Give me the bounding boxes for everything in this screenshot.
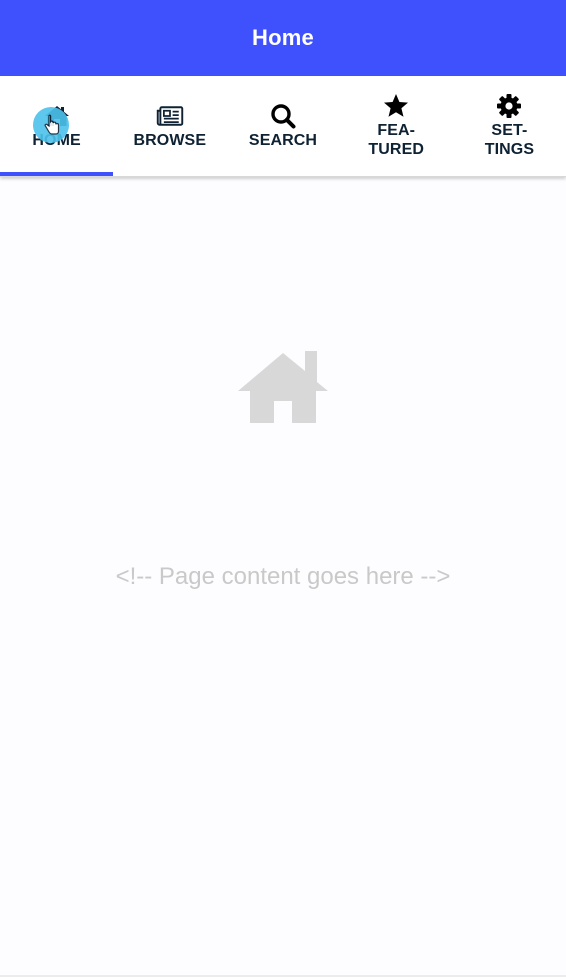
gear-icon	[495, 93, 523, 119]
tab-bar: HOME BROWSE SEARCH	[0, 76, 566, 177]
search-icon	[269, 103, 297, 129]
tab-browse[interactable]: BROWSE	[113, 76, 226, 176]
tab-settings-label: SET- TINGS	[484, 122, 535, 158]
tab-search-label: SEARCH	[248, 131, 318, 149]
star-icon	[382, 93, 410, 119]
tab-featured-label: FEA- TURED	[368, 122, 425, 158]
content-placeholder: <!-- Page content goes here -->	[115, 563, 451, 590]
tab-search[interactable]: SEARCH	[226, 76, 339, 176]
page-content: <!-- Page content goes here -->	[0, 177, 566, 975]
tab-featured[interactable]: FEA- TURED	[340, 76, 453, 176]
tab-browse-label: BROWSE	[133, 131, 207, 149]
action-bar: Home	[0, 0, 566, 76]
touch-indicator	[33, 107, 69, 143]
newspaper-icon	[156, 103, 184, 129]
active-tab-indicator	[0, 172, 114, 176]
home-icon	[238, 351, 328, 423]
page-title: Home	[252, 25, 314, 50]
hand-pointer-icon	[44, 114, 60, 135]
tab-settings[interactable]: SET- TINGS	[453, 76, 566, 176]
